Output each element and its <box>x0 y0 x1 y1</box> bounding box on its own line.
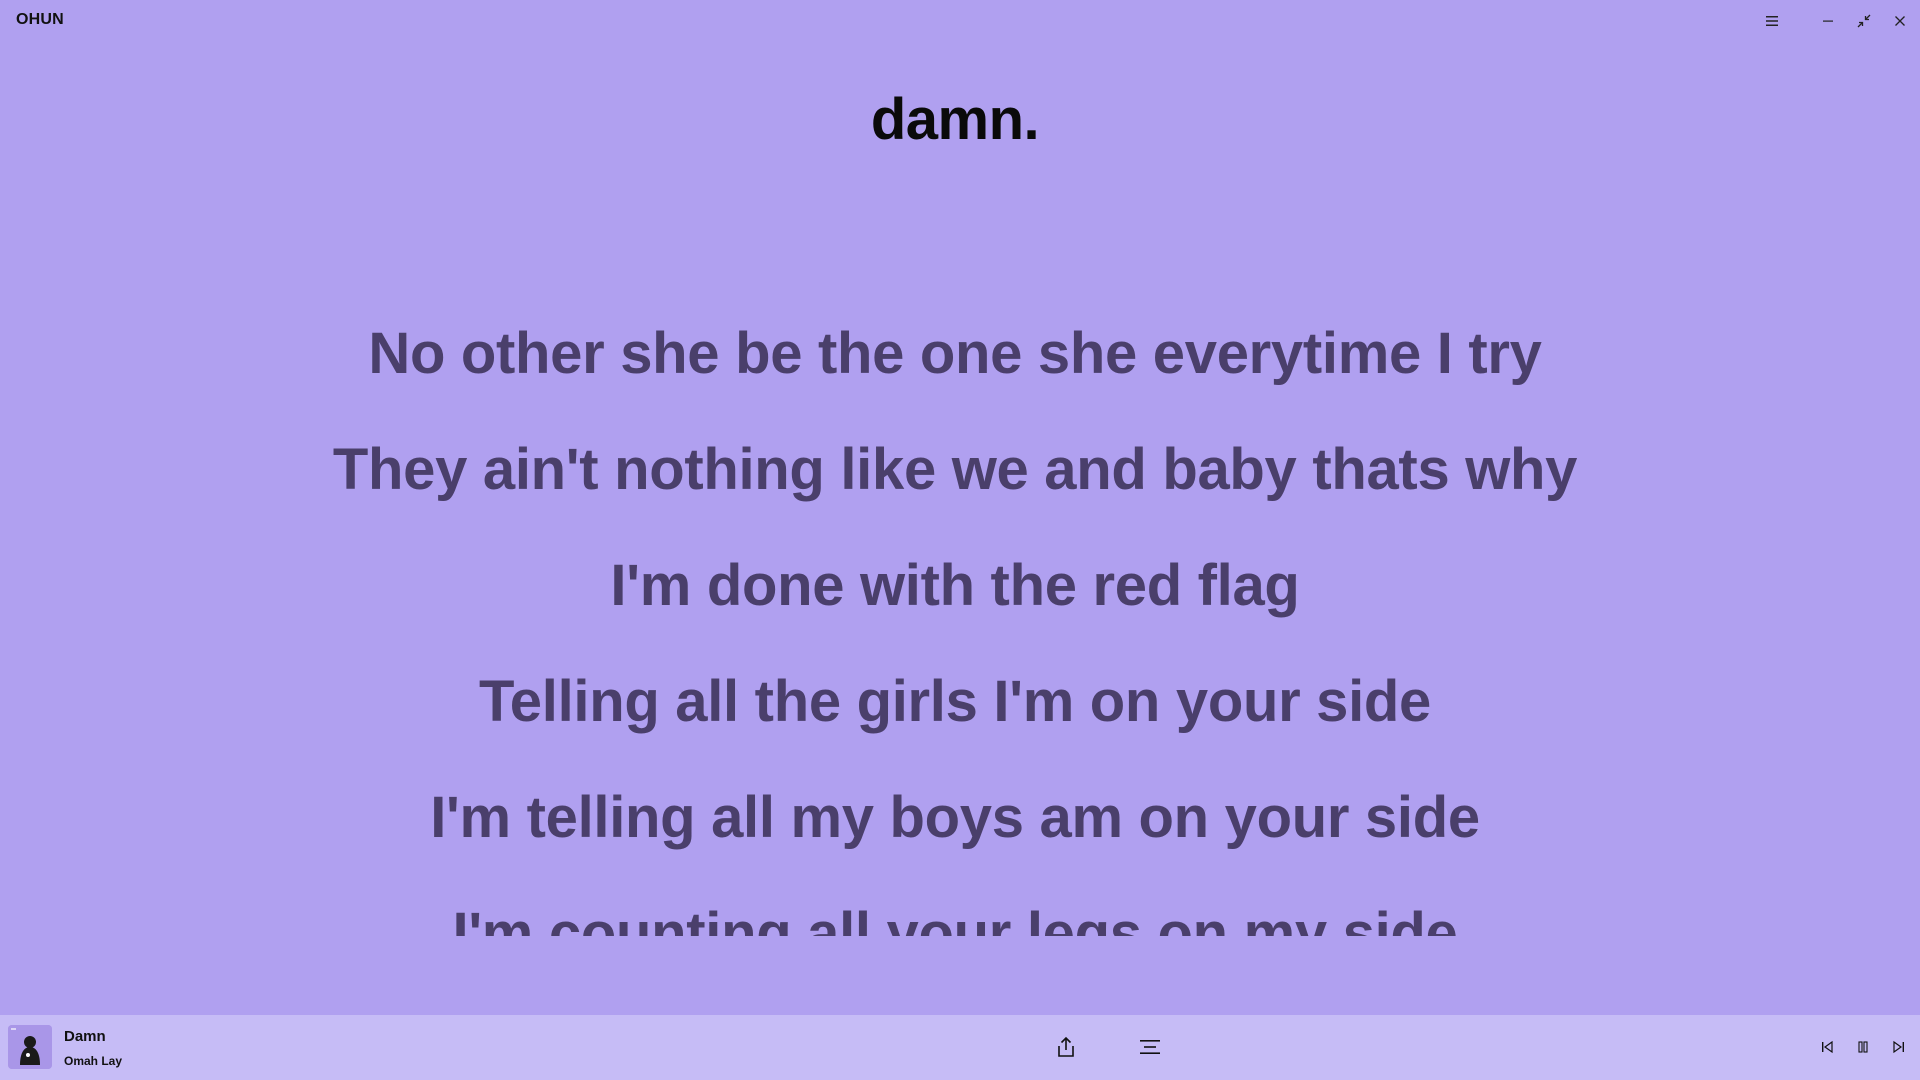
collapse-icon <box>1857 14 1871 28</box>
album-art[interactable] <box>8 1025 52 1069</box>
minimize-icon <box>1823 20 1833 22</box>
lyrics-view-button[interactable] <box>1135 1033 1165 1061</box>
lyric-line[interactable]: No other she be the one she everytime I … <box>0 320 1910 387</box>
lyrics-view-icon <box>1140 1040 1160 1054</box>
app-name: OHUN <box>16 11 64 28</box>
restore-button[interactable] <box>1850 8 1878 34</box>
next-icon <box>1893 1040 1904 1054</box>
menu-button[interactable] <box>1758 8 1786 34</box>
close-button[interactable] <box>1886 8 1914 34</box>
pause-button[interactable] <box>1852 1035 1874 1059</box>
song-heading: damn. <box>870 87 1040 152</box>
close-icon <box>1895 16 1905 26</box>
share-button[interactable] <box>1052 1033 1080 1061</box>
app-window: OHUN damn. No other she be the one she e… <box>0 0 1920 1080</box>
track-title[interactable]: Damn <box>64 1028 106 1045</box>
minimize-button[interactable] <box>1814 8 1842 34</box>
share-icon <box>1058 1036 1074 1057</box>
player-bar: Damn Omah Lay <box>0 1015 1920 1080</box>
lyric-line[interactable]: I'm counting all your legs on my side <box>0 900 1910 936</box>
title-bar: OHUN <box>0 0 1920 40</box>
next-button[interactable] <box>1888 1035 1910 1059</box>
lyric-line[interactable]: Telling all the girls I'm on your side <box>0 668 1910 735</box>
lyric-line[interactable]: I'm done with the red flag <box>0 552 1910 619</box>
lyrics-view[interactable]: No other she be the one she everytime I … <box>0 300 1910 936</box>
previous-icon <box>1822 1040 1833 1054</box>
album-cover-image <box>8 1025 52 1069</box>
lyric-line[interactable]: I'm telling all my boys am on your side <box>0 784 1910 851</box>
lyric-line[interactable]: They ain't nothing like we and baby that… <box>0 436 1910 503</box>
menu-icon <box>1766 16 1778 26</box>
track-artist[interactable]: Omah Lay <box>64 1054 122 1068</box>
pause-icon <box>1858 1041 1868 1053</box>
previous-button[interactable] <box>1816 1035 1838 1059</box>
